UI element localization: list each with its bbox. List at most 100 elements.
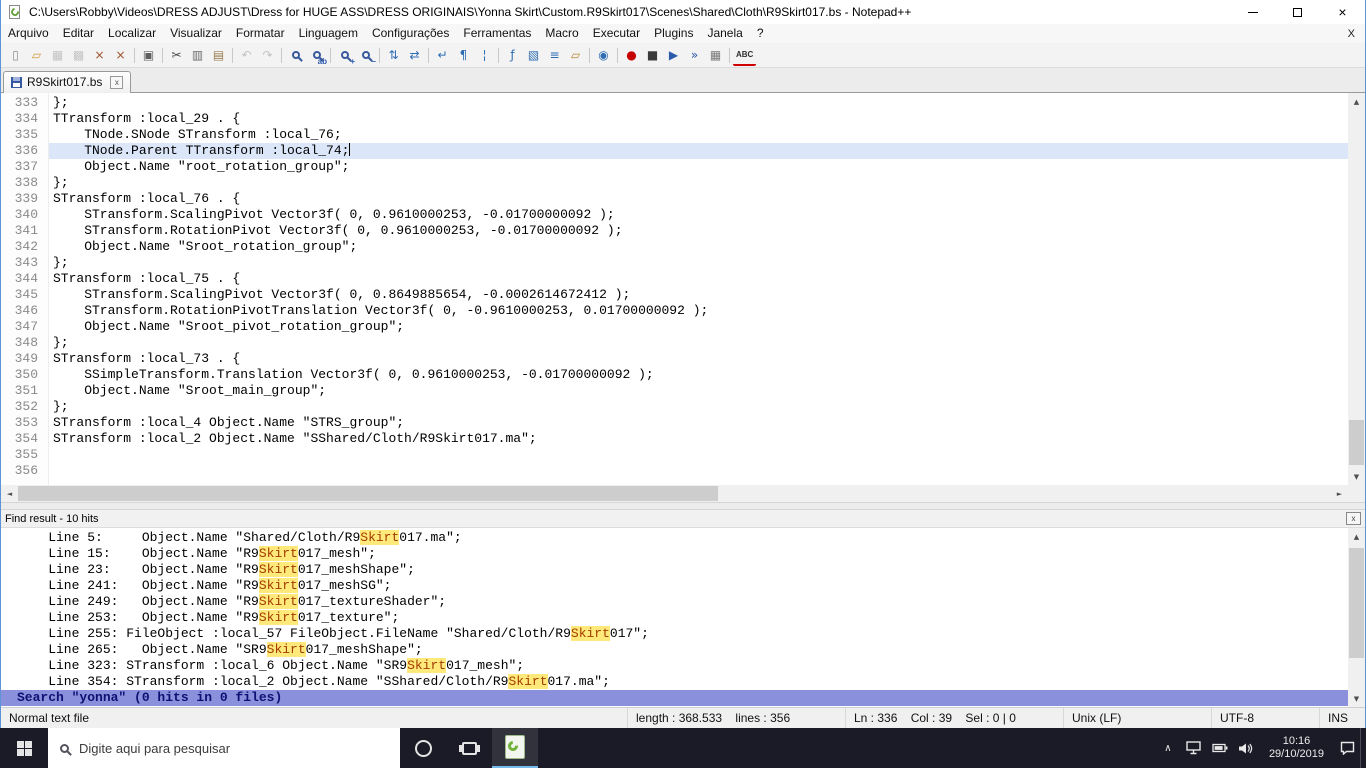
code-line[interactable]: Object.Name "Sroot_rotation_group"; [49, 239, 1348, 255]
word-wrap-icon[interactable]: ↵ [432, 45, 453, 66]
indent-guide-icon[interactable]: ¦ [474, 45, 495, 66]
zoom-in-icon[interactable]: + [334, 45, 355, 66]
close-all-icon[interactable]: × [110, 45, 131, 66]
notepadpp-taskbar-button[interactable] [492, 728, 538, 768]
scroll-up-arrow[interactable]: ▲ [1348, 93, 1365, 110]
sync-horizontal-icon[interactable]: ⇄ [404, 45, 425, 66]
save-macro-icon[interactable]: ▦ [705, 45, 726, 66]
scrollbar-thumb[interactable] [1349, 420, 1364, 465]
find-result-line[interactable]: Line 5: Object.Name "Shared/Cloth/R9Skir… [1, 530, 1348, 546]
minimize-button[interactable] [1230, 0, 1275, 24]
scrollbar-thumb[interactable] [18, 486, 719, 501]
code-line[interactable] [49, 463, 1348, 479]
status-encoding[interactable]: UTF-8 [1211, 708, 1319, 728]
code-line[interactable]: STransform.ScalingPivot Vector3f( 0, 0.8… [49, 287, 1348, 303]
code-line[interactable]: }; [49, 175, 1348, 191]
status-eol-format[interactable]: Unix (LF) [1063, 708, 1211, 728]
code-line[interactable]: STransform :local_75 . { [49, 271, 1348, 287]
panel-splitter[interactable] [1, 502, 1365, 510]
menu-item-localizar[interactable]: Localizar [101, 24, 163, 43]
save-icon[interactable]: ▦ [47, 45, 68, 66]
show-all-chars-icon[interactable]: ¶ [453, 45, 474, 66]
tab-r9skirt017[interactable]: R9Skirt017.bs x [3, 71, 132, 93]
code-line[interactable]: STransform.RotationPivotTranslation Vect… [49, 303, 1348, 319]
replace-icon[interactable]: ab [306, 45, 327, 66]
find-icon[interactable] [285, 45, 306, 66]
find-result-line[interactable]: Line 23: Object.Name "R9Skirt017_meshSha… [1, 562, 1348, 578]
menu-item-macro[interactable]: Macro [538, 24, 585, 43]
find-results-close-button[interactable]: x [1346, 512, 1361, 525]
code-line[interactable]: }; [49, 335, 1348, 351]
editor-vertical-scrollbar[interactable]: ▲ ▼ [1348, 93, 1365, 485]
code-line[interactable]: TNode.SNode STransform :local_76; [49, 127, 1348, 143]
taskbar-clock[interactable]: 10:16 29/10/2019 [1259, 735, 1334, 761]
close-button[interactable]: × [1320, 0, 1365, 24]
code-line[interactable]: SSimpleTransform.Translation Vector3f( 0… [49, 367, 1348, 383]
copy-icon[interactable]: ▥ [187, 45, 208, 66]
code-line[interactable]: }; [49, 399, 1348, 415]
scroll-up-arrow[interactable]: ▲ [1348, 528, 1365, 545]
code-line[interactable]: STransform :local_76 . { [49, 191, 1348, 207]
menu-item-visualizar[interactable]: Visualizar [163, 24, 229, 43]
new-file-icon[interactable]: ▯ [5, 45, 26, 66]
run-multiple-icon[interactable]: » [684, 45, 705, 66]
scroll-down-arrow[interactable]: ▼ [1348, 690, 1365, 707]
doc-list-icon[interactable]: ≡ [544, 45, 565, 66]
menu-item-ferramentas[interactable]: Ferramentas [456, 24, 538, 43]
menu-item-janela[interactable]: Janela [700, 24, 749, 43]
stop-macro-icon[interactable]: ■ [642, 45, 663, 66]
sync-vertical-icon[interactable]: ⇅ [383, 45, 404, 66]
find-result-line[interactable]: Line 255: FileObject :local_57 FileObjec… [1, 626, 1348, 642]
menu-item-configuracoes[interactable]: Configurações [365, 24, 456, 43]
task-view-button[interactable] [446, 728, 492, 768]
zoom-out-icon[interactable]: – [355, 45, 376, 66]
find-search-summary[interactable]: Search "yonna" (0 hits in 0 files) [1, 690, 1348, 706]
spell-check-icon[interactable]: ABC [733, 45, 757, 66]
monitoring-icon[interactable]: ◉ [593, 45, 614, 66]
print-icon[interactable]: ▣ [138, 45, 159, 66]
function-list-icon[interactable]: ƒ [502, 45, 523, 66]
code-line[interactable]: STransform.ScalingPivot Vector3f( 0, 0.9… [49, 207, 1348, 223]
code-line[interactable]: STransform.RotationPivot Vector3f( 0, 0.… [49, 223, 1348, 239]
volume-icon[interactable] [1233, 728, 1259, 768]
menu-item-plugins[interactable]: Plugins [647, 24, 700, 43]
menu-item-executar[interactable]: Executar [586, 24, 647, 43]
scrollbar-thumb[interactable] [1349, 548, 1364, 658]
folder-workspace-icon[interactable]: ▱ [565, 45, 586, 66]
find-result-line[interactable]: Line 323: STransform :local_6 Object.Nam… [1, 658, 1348, 674]
doc-map-icon[interactable]: ▧ [523, 45, 544, 66]
cortana-button[interactable] [400, 728, 446, 768]
battery-icon[interactable] [1207, 728, 1233, 768]
scroll-down-arrow[interactable]: ▼ [1348, 468, 1365, 485]
code-line[interactable]: TTransform :local_29 . { [49, 111, 1348, 127]
code-line[interactable]: STransform :local_2 Object.Name "SShared… [49, 431, 1348, 447]
code-line[interactable] [49, 447, 1348, 463]
code-line[interactable]: Object.Name "root_rotation_group"; [49, 159, 1348, 175]
find-result-line[interactable]: Line 249: Object.Name "R9Skirt017_textur… [1, 594, 1348, 610]
code-line[interactable]: STransform :local_4 Object.Name "STRS_gr… [49, 415, 1348, 431]
code-line[interactable]: }; [49, 95, 1348, 111]
menubar-close-button[interactable]: X [1338, 28, 1365, 40]
cut-icon[interactable]: ✂ [166, 45, 187, 66]
menu-item-arquivo[interactable]: Arquivo [1, 24, 56, 43]
tab-close-icon[interactable]: x [110, 75, 124, 89]
code-line[interactable]: Object.Name "Sroot_pivot_rotation_group"… [49, 319, 1348, 335]
record-macro-icon[interactable]: ● [621, 45, 642, 66]
code-line[interactable]: Object.Name "Sroot_main_group"; [49, 383, 1348, 399]
find-result-line[interactable]: Line 265: Object.Name "SR9Skirt017_meshS… [1, 642, 1348, 658]
menu-item-editar[interactable]: Editar [56, 24, 101, 43]
maximize-button[interactable] [1275, 0, 1320, 24]
action-center-button[interactable] [1334, 728, 1360, 768]
find-result-line[interactable]: Line 354: STransform :local_2 Object.Nam… [1, 674, 1348, 690]
network-icon[interactable] [1181, 728, 1207, 768]
redo-icon[interactable]: ↷ [257, 45, 278, 66]
start-button[interactable] [0, 728, 48, 768]
menu-item-formatar[interactable]: Formatar [229, 24, 292, 43]
code-line[interactable]: }; [49, 255, 1348, 271]
find-vertical-scrollbar[interactable]: ▲ ▼ [1348, 528, 1365, 707]
taskbar-search[interactable] [48, 728, 400, 768]
open-folder-icon[interactable]: ▱ [26, 45, 47, 66]
code-line[interactable]: STransform :local_73 . { [49, 351, 1348, 367]
search-input[interactable] [79, 740, 388, 756]
status-insert-mode[interactable]: INS [1319, 708, 1365, 728]
